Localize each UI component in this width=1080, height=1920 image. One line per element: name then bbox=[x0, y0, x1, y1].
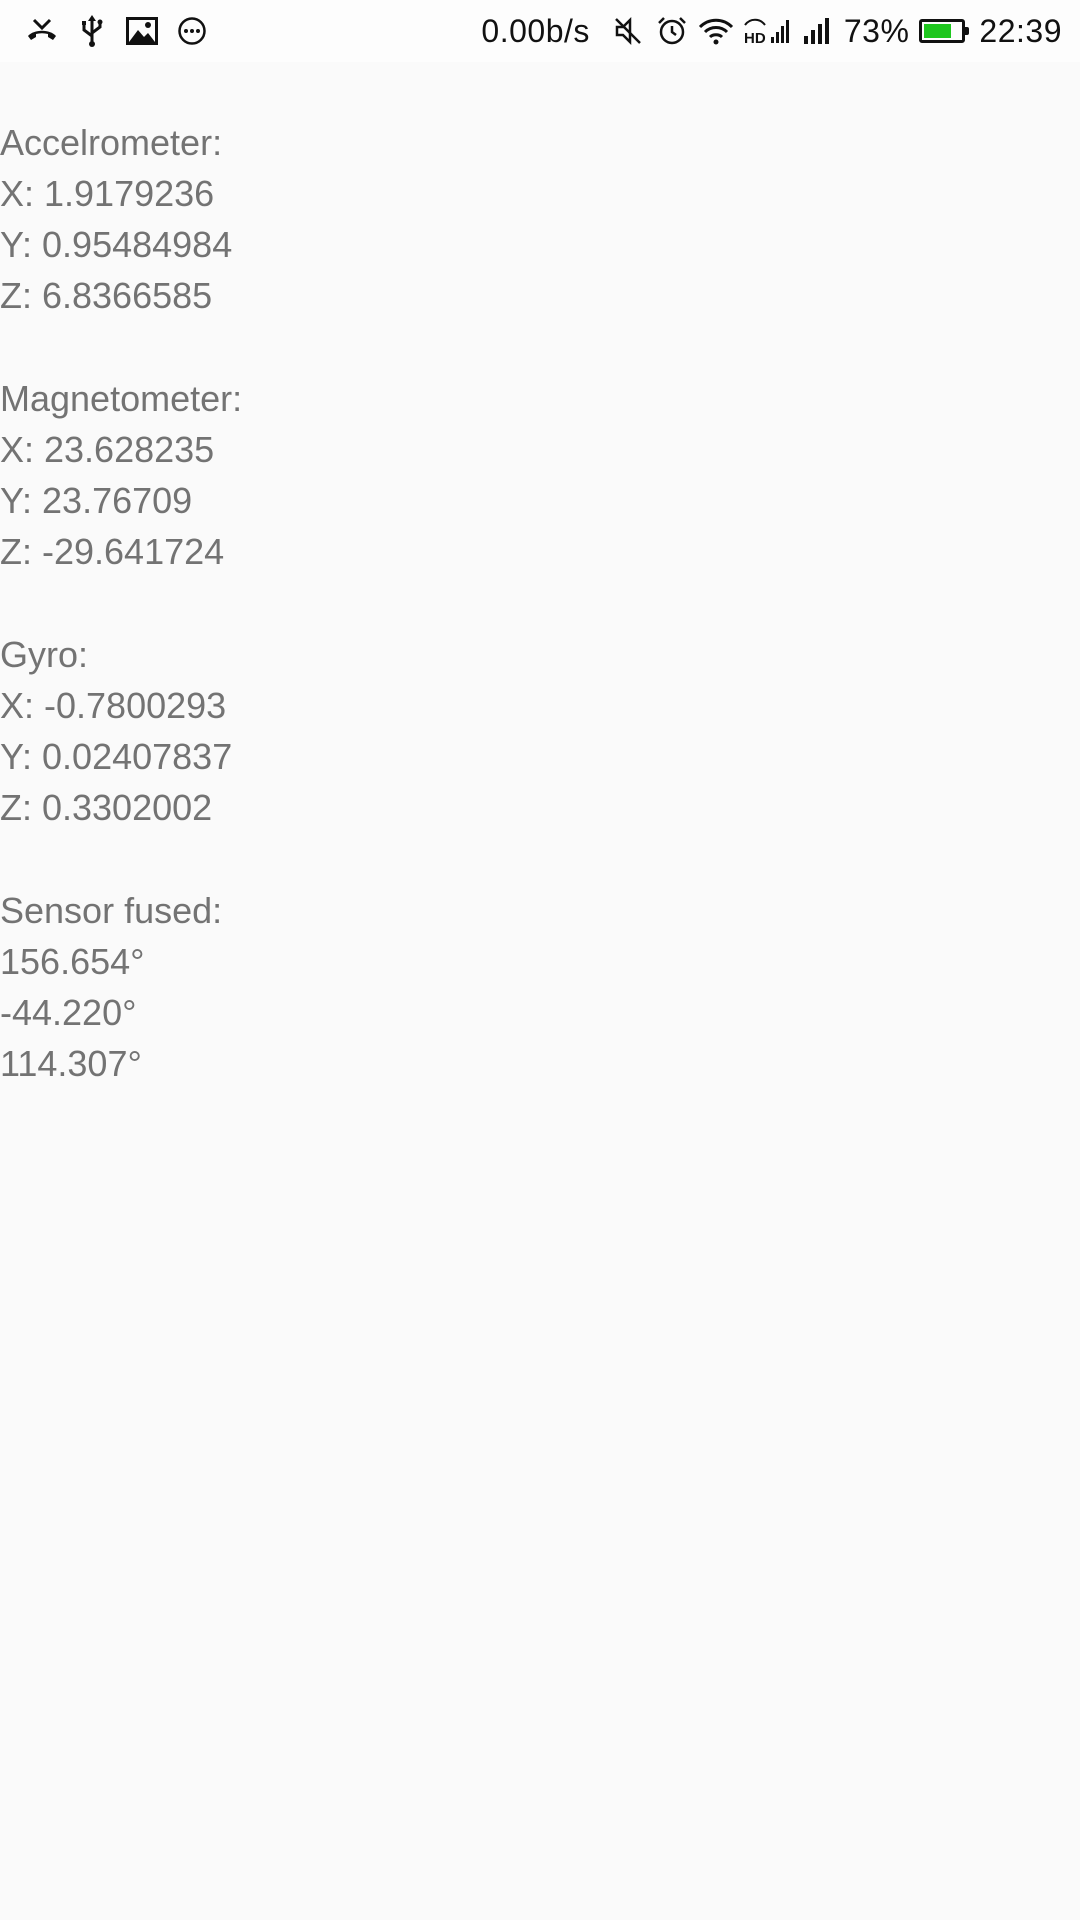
magnetometer-section: Magnetometer: X: 23.628235 Y: 23.76709 Z… bbox=[0, 373, 1080, 577]
battery-percent: 73% bbox=[843, 12, 910, 49]
accelerometer-x: X: 1.9179236 bbox=[0, 173, 215, 214]
wifi-icon bbox=[698, 13, 734, 49]
sensor-fused-angle-2: -44.220° bbox=[0, 992, 137, 1033]
sensor-readouts: Accelrometer: X: 1.9179236 Y: 0.95484984… bbox=[0, 117, 1080, 1141]
accelerometer-title: Accelrometer: bbox=[0, 122, 223, 163]
battery-fill bbox=[924, 24, 951, 38]
more-dots-icon bbox=[174, 13, 210, 49]
status-bar-right: 0.00b/s HD 73% 22:39 bbox=[481, 13, 1062, 50]
magnetometer-y: Y: 23.76709 bbox=[0, 480, 193, 521]
sensor-fused-angle-3: 114.307° bbox=[0, 1043, 142, 1084]
accelerometer-z: Z: 6.8366585 bbox=[0, 275, 213, 316]
hd-signal-icon: HD bbox=[742, 13, 792, 49]
gyro-z: Z: 0.3302002 bbox=[0, 787, 213, 828]
network-speed: 0.00b/s bbox=[481, 12, 590, 49]
magnetometer-title: Magnetometer: bbox=[0, 378, 243, 419]
sensor-fused-angle-1: 156.654° bbox=[0, 941, 145, 982]
accelerometer-section: Accelrometer: X: 1.9179236 Y: 0.95484984… bbox=[0, 117, 1080, 321]
gyro-section: Gyro: X: -0.7800293 Y: 0.02407837 Z: 0.3… bbox=[0, 629, 1080, 833]
gyro-y: Y: 0.02407837 bbox=[0, 736, 233, 777]
status-bar-left bbox=[24, 13, 224, 49]
status-bar: 0.00b/s HD 73% 22:39 bbox=[0, 0, 1080, 62]
image-icon bbox=[124, 13, 160, 49]
missed-call-icon bbox=[24, 13, 60, 49]
gyro-x: X: -0.7800293 bbox=[0, 685, 227, 726]
magnetometer-z: Z: -29.641724 bbox=[0, 531, 225, 572]
magnetometer-x: X: 23.628235 bbox=[0, 429, 215, 470]
svg-text:HD: HD bbox=[744, 30, 766, 47]
mute-icon bbox=[610, 13, 646, 49]
usb-icon bbox=[74, 13, 110, 49]
sensor-fused-section: Sensor fused: 156.654° -44.220° 114.307° bbox=[0, 885, 1080, 1089]
alarm-icon bbox=[654, 13, 690, 49]
clock: 22:39 bbox=[979, 12, 1062, 49]
gyro-title: Gyro: bbox=[0, 634, 89, 675]
battery-icon bbox=[919, 19, 970, 43]
signal-icon bbox=[800, 13, 836, 49]
accelerometer-y: Y: 0.95484984 bbox=[0, 224, 233, 265]
sensor-fused-title: Sensor fused: bbox=[0, 890, 223, 931]
